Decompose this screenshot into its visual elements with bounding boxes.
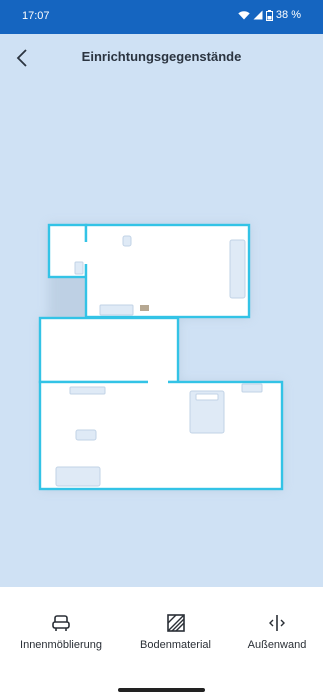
battery-icon: [265, 9, 273, 21]
armchair-icon: [52, 615, 70, 631]
wifi-icon: [238, 11, 250, 20]
room-top[interactable]: [84, 223, 251, 319]
bottom-nav: Innenmöblierung Bodenmaterial Außenwand: [0, 587, 323, 700]
floor-plan: [38, 223, 284, 491]
room-middle[interactable]: [38, 316, 180, 384]
battery-percent: 38 %: [275, 9, 301, 21]
status-time: 17:07: [22, 10, 50, 22]
tab-bodenmaterial[interactable]: Bodenmaterial: [134, 613, 217, 651]
sofa-icon: [229, 239, 246, 299]
page-title: Einrichtungsgegenstände: [81, 49, 242, 64]
table-icon: [75, 429, 97, 441]
home-indicator[interactable]: [118, 688, 205, 692]
small-table-icon: [74, 261, 84, 275]
pillow-icon: [195, 393, 219, 401]
tab-aussenwand[interactable]: Außenwand: [243, 613, 311, 651]
couch-icon: [55, 466, 101, 487]
tab-label: Außenwand: [247, 639, 307, 651]
lamp-icon: [122, 235, 132, 247]
header: Einrichtungsgegenstände: [0, 34, 323, 82]
floor-plan-canvas[interactable]: [0, 82, 323, 587]
signal-icon: [253, 10, 263, 20]
shelf-icon: [69, 386, 106, 395]
status-bar: 17:07 38 %: [0, 0, 323, 34]
sideboard-icon: [99, 304, 134, 316]
plant-icon: [140, 305, 149, 311]
tab-label: Bodenmaterial: [140, 639, 211, 651]
tab-innenmoeblierung[interactable]: Innenmöblierung: [14, 613, 108, 651]
exterior-wall-icon: [269, 615, 285, 631]
cabinet-icon: [241, 383, 263, 393]
floor-tiles-icon: [166, 614, 185, 632]
tab-label: Innenmöblierung: [20, 639, 102, 651]
status-icons: 38 %: [238, 9, 301, 21]
